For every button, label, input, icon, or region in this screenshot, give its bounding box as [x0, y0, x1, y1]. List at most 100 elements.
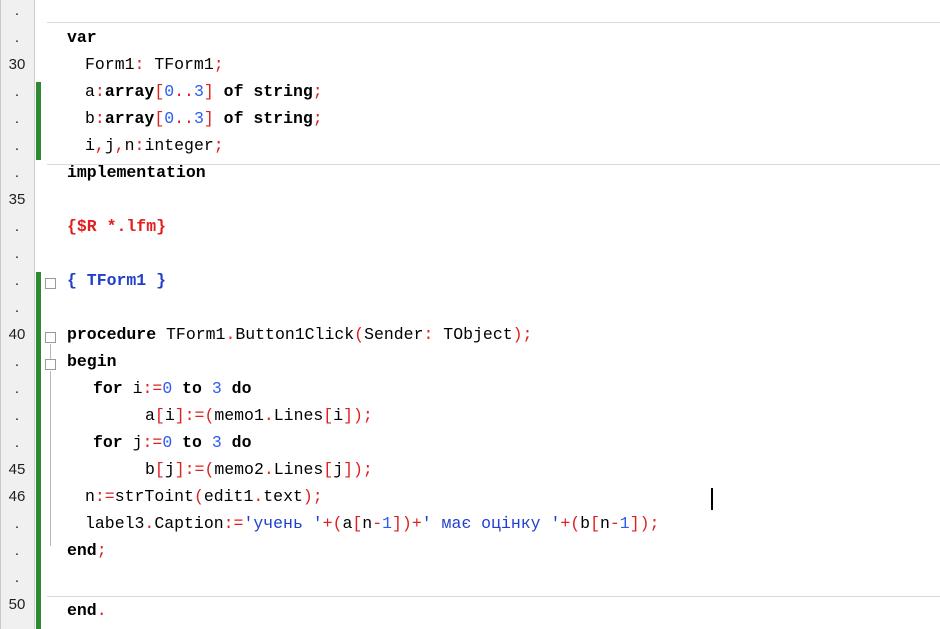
symbol-token: ] [203, 109, 214, 128]
line-number: . [14, 299, 20, 316]
number-token: 3 [193, 109, 204, 128]
keyword-token: for [93, 379, 123, 398]
keyword-token: do [221, 379, 252, 398]
symbol-token: . [263, 460, 274, 479]
code-line[interactable]: for j:=0 to 3 do [93, 432, 251, 454]
symbol-token: [ [352, 514, 363, 533]
identifier-token: memo1 [214, 406, 264, 425]
symbol-token: - [609, 514, 620, 533]
symbol-token: [ [323, 460, 334, 479]
identifier-token: a [342, 514, 353, 533]
symbol-token: ]) [343, 460, 363, 479]
line-number: . [14, 542, 20, 559]
identifier-token: memo2 [214, 460, 264, 479]
string-literal-token: ' має оцінку ' [421, 514, 561, 533]
number-token: 0 [164, 82, 175, 101]
identifier-token: Sender [364, 325, 424, 344]
symbol-token: ) [512, 325, 523, 344]
symbol-token: ])+ [392, 514, 422, 533]
symbol-token: ; [213, 136, 224, 155]
symbol-token: : [134, 136, 145, 155]
symbol-token: := [142, 379, 163, 398]
identifier-token: Lines [273, 406, 324, 425]
symbol-token: : [94, 82, 105, 101]
identifier-token: Form1 [85, 55, 135, 74]
modified-lines-marker [36, 272, 41, 629]
keyword-token: end [67, 541, 97, 560]
fold-toggle-icon[interactable] [45, 278, 56, 289]
symbol-token: ( [193, 487, 204, 506]
keyword-token: do [221, 433, 252, 452]
symbol-token: ( [354, 325, 365, 344]
compiler-directive-token: {$R *.lfm} [67, 217, 167, 236]
code-line[interactable]: a[i]:=(memo1.Lines[i]); [145, 405, 373, 427]
code-line[interactable]: Form1: TForm1; [85, 54, 224, 76]
line-number-gutter[interactable]: . . 30 . . . . 35 . . . . 40 . . . . 45 … [1, 0, 35, 629]
string-literal-token: 'учень ' [243, 514, 323, 533]
symbol-token: ]) [343, 406, 363, 425]
code-line[interactable]: for i:=0 to 3 do [93, 378, 251, 400]
keyword-token: var [67, 28, 97, 47]
code-line[interactable]: a:array[0..3] of string; [85, 81, 323, 103]
code-line[interactable]: i,j,n:integer; [85, 135, 224, 157]
fold-toggle-icon[interactable] [45, 332, 56, 343]
number-token: 1 [382, 514, 393, 533]
keyword-token: implementation [67, 163, 206, 182]
line-number: . [14, 272, 20, 289]
code-line[interactable]: var [67, 27, 97, 49]
identifier-token: label3 [85, 514, 145, 533]
code-line[interactable]: implementation [67, 162, 206, 184]
symbol-token: [ [590, 514, 600, 533]
identifier-token: j [333, 460, 344, 479]
code-line[interactable]: end. [67, 600, 107, 622]
symbol-token: [ [154, 460, 165, 479]
identifier-token: i [122, 379, 143, 398]
symbol-token: ; [213, 55, 224, 74]
symbol-token: ] [203, 82, 214, 101]
row-separator [47, 22, 940, 23]
keyword-token: of [213, 109, 254, 128]
symbol-token: +( [322, 514, 343, 533]
symbol-token: . [253, 487, 264, 506]
line-number: . [14, 83, 20, 100]
number-token: 3 [211, 433, 222, 452]
keyword-token: begin [67, 352, 117, 371]
fold-guide-line [50, 344, 51, 359]
code-line[interactable]: b:array[0..3] of string; [85, 108, 323, 130]
keyword-token: string [253, 82, 313, 101]
number-token: 0 [162, 433, 173, 452]
line-number: . [14, 407, 20, 424]
identifier-token: n [124, 136, 135, 155]
modified-lines-marker [36, 82, 41, 160]
identifier-token: b [145, 460, 155, 479]
keyword-token: to [172, 379, 212, 398]
code-line[interactable]: begin [67, 351, 117, 373]
identifier-token: a [145, 406, 155, 425]
code-line[interactable]: label3.Caption:='учень '+(a[n-1])+' має … [85, 513, 659, 535]
identifier-token: j [164, 460, 175, 479]
identifier-token: n [362, 514, 373, 533]
code-line[interactable]: b[j]:=(memo2.Lines[j]); [145, 459, 373, 481]
code-line[interactable]: {$R *.lfm} [67, 216, 166, 238]
identifier-token: Button1Click [235, 325, 355, 344]
symbol-token: +( [560, 514, 581, 533]
line-number: . [14, 2, 20, 19]
symbol-token: : [423, 325, 434, 344]
code-line[interactable]: end; [67, 540, 107, 562]
identifier-token: j [104, 136, 115, 155]
code-line[interactable]: { TForm1 } [67, 270, 166, 292]
fold-toggle-icon[interactable] [45, 359, 56, 370]
identifier-token: TForm1 [156, 325, 226, 344]
identifier-token: edit1 [203, 487, 254, 506]
code-line[interactable]: procedure TForm1.Button1Click(Sender: TO… [67, 324, 532, 346]
identifier-token: n [85, 487, 95, 506]
code-editor[interactable]: . . 30 . . . . 35 . . . . 40 . . . . 45 … [0, 0, 940, 629]
symbol-token: . [144, 514, 155, 533]
symbol-token: ; [362, 460, 373, 479]
symbol-token: ] [174, 460, 185, 479]
comment-token: { TForm1 } [67, 271, 167, 290]
identifier-token: n [599, 514, 610, 533]
symbol-token: [ [154, 82, 165, 101]
symbol-token: : [94, 109, 105, 128]
code-line[interactable]: n:=strToint(edit1.text); [85, 486, 323, 508]
